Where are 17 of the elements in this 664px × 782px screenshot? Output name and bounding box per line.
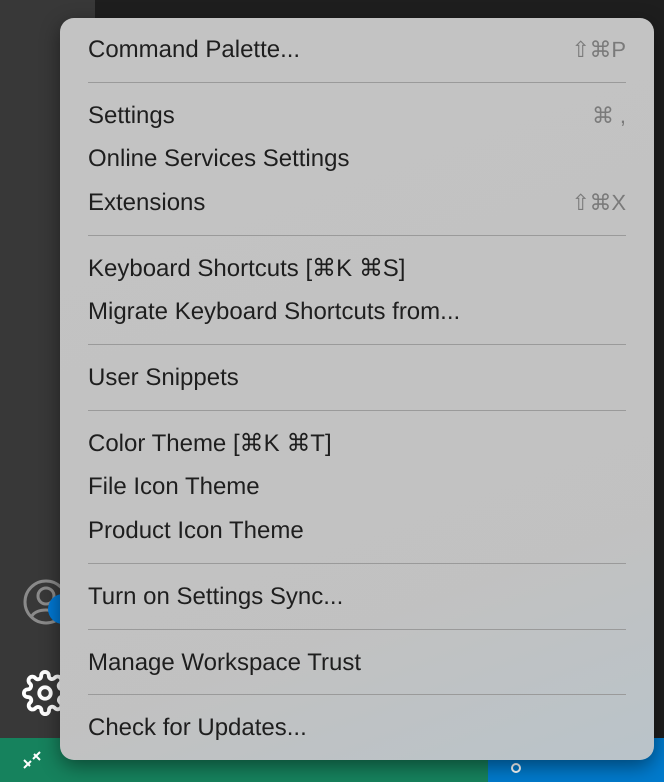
shortcut-label: ⇧⌘X	[571, 190, 626, 216]
menu-item[interactable]: User Snippets	[88, 356, 626, 400]
shortcut-label: ⌘ ,	[592, 102, 626, 129]
remote-icon	[22, 750, 42, 770]
menu-item[interactable]: Online Services Settings	[88, 137, 626, 182]
menu-item[interactable]: Product Icon Theme	[88, 509, 626, 554]
menu-item[interactable]: Check for Updates...	[88, 706, 626, 750]
menu-item[interactable]: Command Palette... ⇧⌘P	[88, 28, 626, 72]
menu-item[interactable]: Keyboard Shortcuts [⌘K ⌘S]	[88, 246, 626, 291]
menu-item[interactable]: Extensions ⇧⌘X	[88, 181, 626, 225]
menu-item[interactable]: Turn on Settings Sync...	[88, 575, 626, 619]
shortcut-label: ⇧⌘P	[571, 36, 626, 63]
menu-item[interactable]: Manage Workspace Trust	[88, 640, 626, 684]
menu-item[interactable]: Migrate Keyboard Shortcuts from...	[88, 290, 626, 334]
menu-item[interactable]: Settings ⌘ ,	[88, 94, 626, 138]
menu-item[interactable]: Color Theme [⌘K ⌘T]	[88, 422, 626, 466]
menu-item[interactable]: File Icon Theme	[88, 466, 626, 510]
